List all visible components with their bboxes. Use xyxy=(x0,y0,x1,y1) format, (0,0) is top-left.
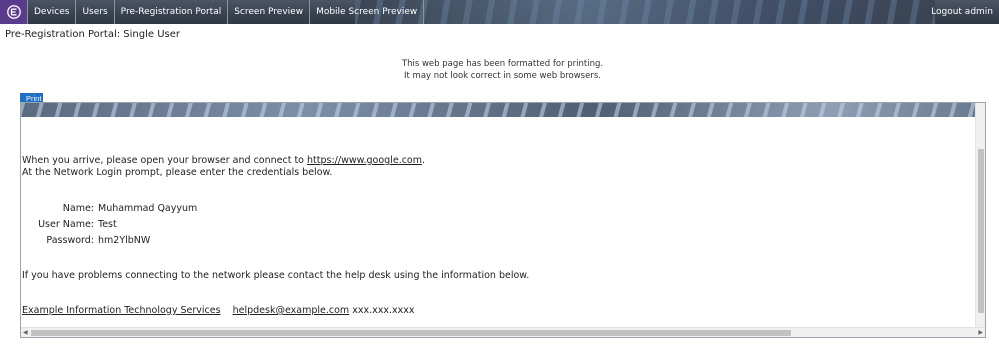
credential-value: Test xyxy=(98,219,117,230)
google-link[interactable]: https://www.google.com xyxy=(307,155,422,166)
nav-devices[interactable]: Devices xyxy=(27,0,77,24)
nav-users[interactable]: Users xyxy=(76,0,115,24)
printable-content-frame: When you arrive, please open your browse… xyxy=(20,102,986,338)
credential-value: Muhammad Qayyum xyxy=(98,203,198,214)
vertical-scrollbar[interactable] xyxy=(975,103,985,327)
print-note-line-2: It may not look correct in some web brow… xyxy=(404,71,601,81)
nav-mobile-screen-preview[interactable]: Mobile Screen Preview xyxy=(310,0,425,24)
arrive-prefix: When you arrive, please open your browse… xyxy=(22,155,308,166)
arrive-suffix: . xyxy=(422,155,426,166)
horizontal-scrollbar[interactable]: ◀ ▶ xyxy=(21,327,985,337)
header-banner-image xyxy=(355,0,935,24)
horizontal-scroll-thumb[interactable] xyxy=(31,330,791,336)
portal-banner-image xyxy=(21,103,975,117)
contact-info: Example Information Technology Services … xyxy=(22,305,414,316)
page-title: Pre-Registration Portal: Single User xyxy=(5,29,180,40)
print-format-note: This web page has been formatted for pri… xyxy=(0,58,999,82)
credential-label: Name: xyxy=(62,203,94,214)
credential-password: Password: hm2YlbNW xyxy=(22,235,150,246)
helpdesk-email-link[interactable]: helpdesk@example.com xyxy=(233,305,350,316)
helpdesk-phone: xxx.xxx.xxxx xyxy=(352,305,415,316)
credential-value: hm2YlbNW xyxy=(98,235,151,246)
vertical-scroll-thumb[interactable] xyxy=(978,149,984,313)
credential-label: Password: xyxy=(46,235,94,246)
credential-label: User Name: xyxy=(38,219,94,230)
main-nav: Devices Users Pre-Registration Portal Sc… xyxy=(27,0,425,24)
nav-pre-registration-portal[interactable]: Pre-Registration Portal xyxy=(115,0,229,24)
arrive-instructions: When you arrive, please open your browse… xyxy=(22,155,425,166)
credential-username: User Name: Test xyxy=(22,219,117,230)
help-text: If you have problems connecting to the n… xyxy=(22,270,530,281)
org-link[interactable]: Example Information Technology Services xyxy=(22,305,221,316)
extreme-logo-icon[interactable] xyxy=(0,0,27,24)
top-nav-bar: Devices Users Pre-Registration Portal Sc… xyxy=(0,0,999,24)
logout-link[interactable]: Logout admin xyxy=(931,0,993,24)
nav-screen-preview[interactable]: Screen Preview xyxy=(228,0,311,24)
scroll-right-arrow-icon[interactable]: ▶ xyxy=(978,329,983,337)
scroll-left-arrow-icon[interactable]: ◀ xyxy=(23,329,28,337)
credential-name: Name: Muhammad Qayyum xyxy=(22,203,198,214)
print-note-line-1: This web page has been formatted for pri… xyxy=(401,59,604,69)
login-prompt-text: At the Network Login prompt, please ente… xyxy=(22,167,333,178)
